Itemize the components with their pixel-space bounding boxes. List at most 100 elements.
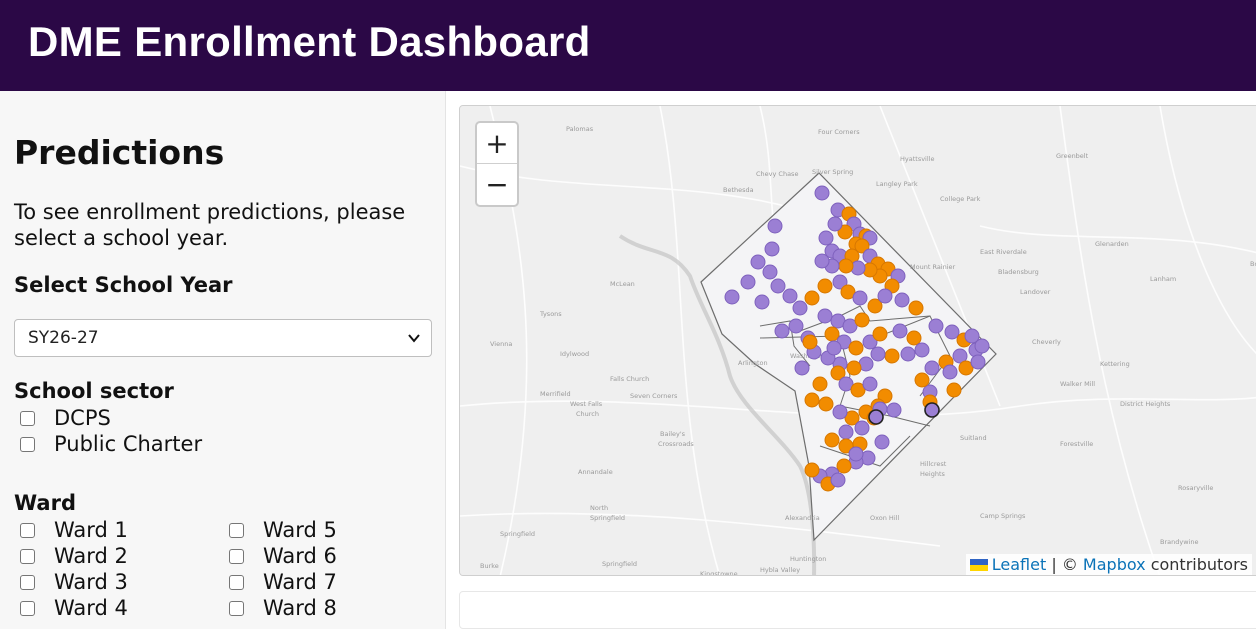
- dcps-school-marker[interactable]: [770, 278, 786, 294]
- zoom-out-button[interactable]: −: [477, 164, 517, 205]
- dcps-school-marker[interactable]: [782, 288, 798, 304]
- charter-school-marker[interactable]: [818, 396, 834, 412]
- school-year-select[interactable]: SY26-27: [14, 319, 432, 357]
- ward-option-8[interactable]: Ward 8: [229, 596, 337, 620]
- ward-checkbox[interactable]: [20, 522, 35, 538]
- charter-school-marker[interactable]: [846, 360, 862, 376]
- sector-option-label: Public Charter: [54, 432, 203, 456]
- school-map[interactable]: Palomas Four Corners Silver Spring Bethe…: [459, 105, 1256, 576]
- svg-text:Merrifield: Merrifield: [540, 390, 571, 398]
- dcps-school-marker[interactable]: [818, 230, 834, 246]
- sector-checkbox-charter[interactable]: [20, 436, 35, 452]
- ward-option-1[interactable]: Ward 1: [20, 518, 128, 542]
- map-canvas[interactable]: Palomas Four Corners Silver Spring Bethe…: [460, 106, 1256, 576]
- dcps-school-marker[interactable]: [848, 446, 864, 462]
- ward-checkbox[interactable]: [229, 574, 244, 590]
- dcps-school-marker[interactable]: [892, 323, 908, 339]
- sector-option-dcps[interactable]: DCPS: [20, 406, 111, 430]
- dcps-school-marker[interactable]: [788, 318, 804, 334]
- ward-checkbox[interactable]: [20, 574, 35, 590]
- dcps-school-marker[interactable]: [877, 288, 893, 304]
- svg-text:Huntington: Huntington: [790, 555, 826, 563]
- charter-school-marker[interactable]: [824, 326, 840, 342]
- charter-school-marker[interactable]: [872, 326, 888, 342]
- dcps-school-marker[interactable]: [944, 324, 960, 340]
- ward-checkbox[interactable]: [229, 522, 244, 538]
- dcps-school-marker[interactable]: [740, 274, 756, 290]
- dcps-school-marker[interactable]: [827, 216, 843, 232]
- ward-checkbox[interactable]: [229, 600, 244, 616]
- intro-text: To see enrollment predictions, please se…: [14, 200, 406, 250]
- dcps-school-marker[interactable]: [894, 292, 910, 308]
- charter-school-marker[interactable]: [914, 372, 930, 388]
- dcps-school-marker[interactable]: [900, 346, 916, 362]
- dcps-school-marker[interactable]: [838, 424, 854, 440]
- selected-school-marker[interactable]: [924, 402, 940, 418]
- ward-option-7[interactable]: Ward 7: [229, 570, 337, 594]
- dcps-school-marker[interactable]: [814, 253, 830, 269]
- dcps-school-marker[interactable]: [826, 340, 842, 356]
- charter-school-marker[interactable]: [804, 462, 820, 478]
- dcps-school-marker[interactable]: [886, 402, 902, 418]
- charter-school-marker[interactable]: [946, 382, 962, 398]
- ward-option-2[interactable]: Ward 2: [20, 544, 128, 568]
- dcps-school-marker[interactable]: [832, 404, 848, 420]
- charter-school-marker[interactable]: [824, 432, 840, 448]
- leaflet-link[interactable]: Leaflet: [992, 555, 1046, 574]
- ward-option-6[interactable]: Ward 6: [229, 544, 337, 568]
- charter-school-marker[interactable]: [817, 278, 833, 294]
- dcps-school-marker[interactable]: [754, 294, 770, 310]
- dcps-school-marker[interactable]: [750, 254, 766, 270]
- dcps-school-marker[interactable]: [928, 318, 944, 334]
- ward-option-label: Ward 8: [263, 596, 337, 620]
- dcps-school-marker[interactable]: [964, 328, 980, 344]
- charter-school-marker[interactable]: [854, 312, 870, 328]
- dcps-school-marker[interactable]: [874, 434, 890, 450]
- charter-school-marker[interactable]: [804, 392, 820, 408]
- charter-school-marker[interactable]: [804, 290, 820, 306]
- sector-checkbox-dcps[interactable]: [20, 410, 35, 426]
- dcps-school-marker[interactable]: [762, 264, 778, 280]
- dcps-school-marker[interactable]: [942, 364, 958, 380]
- dcps-school-marker[interactable]: [870, 346, 886, 362]
- charter-school-marker[interactable]: [802, 334, 818, 350]
- dcps-school-marker[interactable]: [914, 342, 930, 358]
- dcps-school-marker[interactable]: [924, 360, 940, 376]
- charter-school-marker[interactable]: [836, 458, 852, 474]
- charter-school-marker[interactable]: [906, 330, 922, 346]
- charter-school-marker[interactable]: [838, 258, 854, 274]
- dcps-school-marker[interactable]: [764, 241, 780, 257]
- dcps-school-marker[interactable]: [724, 289, 740, 305]
- dcps-school-marker[interactable]: [792, 300, 808, 316]
- charter-school-marker[interactable]: [848, 340, 864, 356]
- svg-text:Heights: Heights: [920, 470, 945, 478]
- dcps-school-marker[interactable]: [774, 323, 790, 339]
- charter-school-marker[interactable]: [812, 376, 828, 392]
- ward-checkbox[interactable]: [229, 548, 244, 564]
- ward-checkbox[interactable]: [20, 548, 35, 564]
- charter-school-marker[interactable]: [908, 300, 924, 316]
- charter-school-marker[interactable]: [884, 348, 900, 364]
- dcps-school-marker[interactable]: [817, 308, 833, 324]
- dcps-school-marker[interactable]: [970, 354, 986, 370]
- svg-text:Annandale: Annandale: [578, 468, 613, 476]
- dcps-school-marker[interactable]: [830, 472, 846, 488]
- dcps-school-marker[interactable]: [852, 290, 868, 306]
- svg-text:East Riverdale: East Riverdale: [980, 248, 1027, 256]
- ward-option-label: Ward 4: [54, 596, 128, 620]
- dcps-school-marker[interactable]: [767, 218, 783, 234]
- ward-checkbox[interactable]: [20, 600, 35, 616]
- sector-option-charter[interactable]: Public Charter: [20, 432, 202, 456]
- zoom-in-button[interactable]: +: [477, 123, 517, 164]
- ward-option-5[interactable]: Ward 5: [229, 518, 337, 542]
- dcps-school-marker[interactable]: [862, 376, 878, 392]
- dcps-school-marker[interactable]: [794, 360, 810, 376]
- selected-school-marker[interactable]: [868, 409, 884, 425]
- mapbox-link[interactable]: Mapbox: [1083, 555, 1146, 574]
- dcps-school-marker[interactable]: [814, 185, 830, 201]
- svg-text:Bailey's: Bailey's: [660, 430, 686, 438]
- svg-text:Walker Mill: Walker Mill: [1060, 380, 1095, 388]
- ward-option-4[interactable]: Ward 4: [20, 596, 128, 620]
- dcps-school-marker[interactable]: [854, 420, 870, 436]
- ward-option-3[interactable]: Ward 3: [20, 570, 128, 594]
